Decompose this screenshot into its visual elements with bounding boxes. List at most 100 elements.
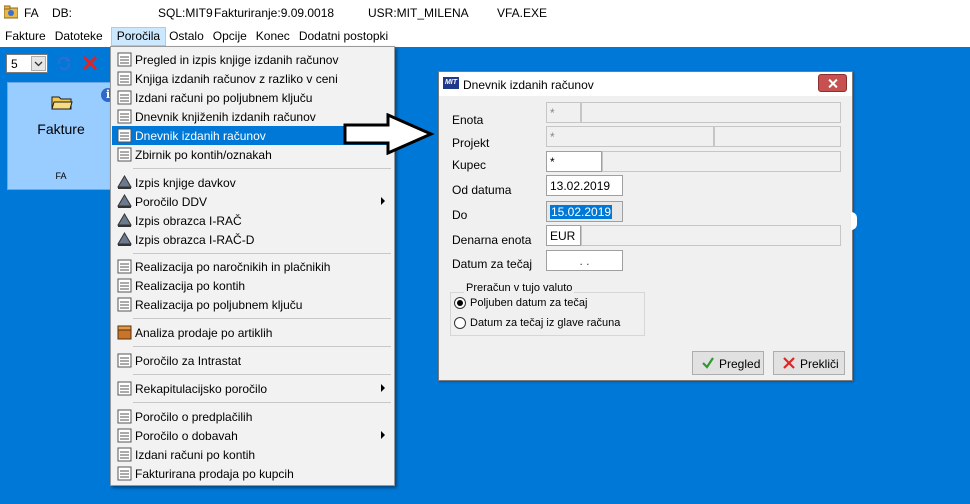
denarna-enota-name-field [581, 225, 841, 246]
dialog-close-button[interactable] [818, 74, 847, 92]
user-label: USR:MIT_MILENA [368, 6, 469, 20]
durs-icon [117, 232, 132, 246]
menu-datoteke[interactable]: Datoteke [54, 27, 109, 46]
edge-artifact [851, 212, 857, 230]
report-icon [117, 128, 132, 143]
fakture-tile[interactable]: i Fakture FA [7, 82, 115, 190]
projekt-code-field[interactable]: * [546, 126, 714, 147]
menu-item-analiza-prodaje[interactable]: Analiza prodaje po artiklih [112, 323, 393, 342]
enota-code-field[interactable]: * [546, 102, 581, 123]
report-icon [117, 297, 132, 312]
menu-item-pregled-knjige[interactable]: Pregled in izpis knjige izdanih računov [112, 50, 393, 69]
report-icon [117, 278, 132, 293]
kupec-code-field[interactable]: * [546, 151, 602, 172]
cancel-x-icon [783, 357, 795, 369]
submenu-arrow-icon [381, 384, 385, 392]
menu-item-label: Knjiga izdanih računov z razliko v ceni [135, 72, 338, 86]
report-icon [117, 71, 132, 86]
menu-item-realizacija-narocniki[interactable]: Realizacija po naročnikih in plačnikih [112, 257, 393, 276]
menu-item-label: Realizacija po naročnikih in plačnikih [135, 260, 331, 274]
denarna-enota-label: Denarna enota [452, 233, 532, 247]
menu-item-rekapitulacijsko[interactable]: Rekapitulacijsko poročilo [112, 379, 393, 398]
menu-bar: Fakture Datoteke Poročila Ostalo Opcije … [0, 26, 970, 47]
menu-item-label: Zbirnik po kontih/oznakah [135, 148, 272, 162]
menu-item-knjiga-razlika[interactable]: Knjiga izdanih računov z razliko v ceni [112, 69, 393, 88]
dialog-titlebar: MIT Dnevnik izdanih računov [439, 72, 852, 96]
menu-separator [133, 402, 391, 403]
menu-item-realizacija-konti[interactable]: Realizacija po kontih [112, 276, 393, 295]
report-icon [117, 381, 132, 396]
radio-datum-iz-glave-label[interactable]: Datum za tečaj iz glave računa [470, 317, 620, 329]
report-icon [117, 90, 132, 105]
menu-item-label: Izpis obrazca I-RAČ-D [135, 233, 255, 247]
menu-item-intrastat[interactable]: Poročilo za Intrastat [112, 351, 393, 370]
pregled-button[interactable]: Pregled [692, 351, 764, 375]
radio-datum-iz-glave[interactable] [454, 317, 466, 329]
od-datuma-field[interactable]: 13.02.2019 [546, 175, 623, 196]
close-icon[interactable] [81, 54, 99, 72]
menu-separator [133, 346, 391, 347]
dnevnik-dialog: MIT Dnevnik izdanih računov Enota * Proj… [438, 71, 853, 381]
menu-item-label: Realizacija po kontih [135, 279, 246, 293]
menu-separator [133, 374, 391, 375]
enota-label: Enota [452, 113, 484, 127]
menu-item-dobave[interactable]: Poročilo o dobavah [112, 426, 393, 445]
datum-za-tecaj-field[interactable]: . . [546, 250, 623, 271]
menu-konec[interactable]: Konec [255, 27, 296, 46]
combo-value: 5 [11, 57, 18, 71]
menu-separator [133, 168, 391, 169]
pregled-button-label: Pregled [719, 357, 761, 371]
porocila-dropdown: Pregled in izpis knjige izdanih računov … [110, 46, 395, 486]
db-label: DB: [52, 6, 73, 20]
menu-item-label: Fakturirana prodaja po kupcih [135, 467, 294, 481]
denarna-enota-field[interactable]: EUR [546, 225, 581, 246]
menu-dodatni-postopki[interactable]: Dodatni postopki [298, 27, 394, 46]
menu-porocila[interactable]: Poročila [110, 27, 167, 46]
title-bar: FA DB: SQL:MIT9 Fakturiranje:9.09.0018 U… [0, 0, 970, 26]
submenu-arrow-icon [381, 431, 385, 439]
menu-item-i-rac-d[interactable]: Izpis obrazca I-RAČ-D [112, 230, 393, 249]
menu-item-label: Rekapitulacijsko poročilo [135, 382, 268, 396]
report-icon [117, 447, 132, 462]
durs-icon [117, 213, 132, 227]
menu-item-label: Realizacija po poljubnem ključu [135, 298, 303, 312]
app-icon [4, 5, 18, 19]
menu-item-predplacila[interactable]: Poročilo o predplačilih [112, 407, 393, 426]
menu-item-label: Izdani računi po kontih [135, 448, 256, 462]
menu-separator [133, 318, 391, 319]
radio-poljuben-datum[interactable] [454, 297, 466, 309]
menu-item-izdani-kljuc[interactable]: Izdani računi po poljubnem ključu [112, 88, 393, 107]
kupec-name-field [602, 151, 841, 172]
report-icon [117, 52, 132, 67]
menu-item-knjiga-davkov[interactable]: Izpis knjige davkov [112, 173, 393, 192]
report-icon [117, 147, 132, 162]
od-datuma-label: Od datuma [452, 183, 512, 197]
refresh-icon[interactable] [55, 54, 73, 72]
menu-item-label: Poročilo o predplačilih [135, 410, 253, 424]
report-icon [117, 466, 132, 481]
preracun-group-title: Preračun v tujo valuto [464, 282, 575, 294]
menu-item-label: Analiza prodaje po artiklih [135, 326, 273, 340]
preklici-button-label: Prekliči [800, 357, 839, 371]
menu-item-izdani-konti[interactable]: Izdani računi po kontih [112, 445, 393, 464]
combo-dropdown-button[interactable] [31, 56, 46, 71]
menu-item-label: Poročilo o dobavah [135, 429, 238, 443]
do-datuma-field[interactable]: 15.02.2019 [546, 201, 623, 222]
pointer-arrow-icon [343, 113, 435, 155]
preklici-button[interactable]: Prekliči [773, 351, 845, 375]
menu-item-porocilo-ddv[interactable]: Poročilo DDV [112, 192, 393, 211]
radio-poljuben-datum-label[interactable]: Poljuben datum za tečaj [470, 297, 587, 309]
report-icon [117, 353, 132, 368]
kupec-label: Kupec [452, 158, 487, 172]
enota-name-field [581, 102, 841, 123]
menu-item-label: Izpis knjige davkov [135, 176, 236, 190]
menu-item-fakturirana-prodaja[interactable]: Fakturirana prodaja po kupcih [112, 464, 393, 483]
menu-item-realizacija-kljuc[interactable]: Realizacija po poljubnem ključu [112, 295, 393, 314]
menu-fakture[interactable]: Fakture [4, 27, 52, 46]
menu-item-i-rac[interactable]: Izpis obrazca I-RAČ [112, 211, 393, 230]
menu-opcije[interactable]: Opcije [212, 27, 253, 46]
menu-item-label: Dnevnik izdanih računov [135, 129, 266, 143]
count-combo[interactable]: 5 [6, 54, 48, 73]
chevron-down-icon [34, 61, 43, 67]
menu-ostalo[interactable]: Ostalo [168, 27, 210, 46]
